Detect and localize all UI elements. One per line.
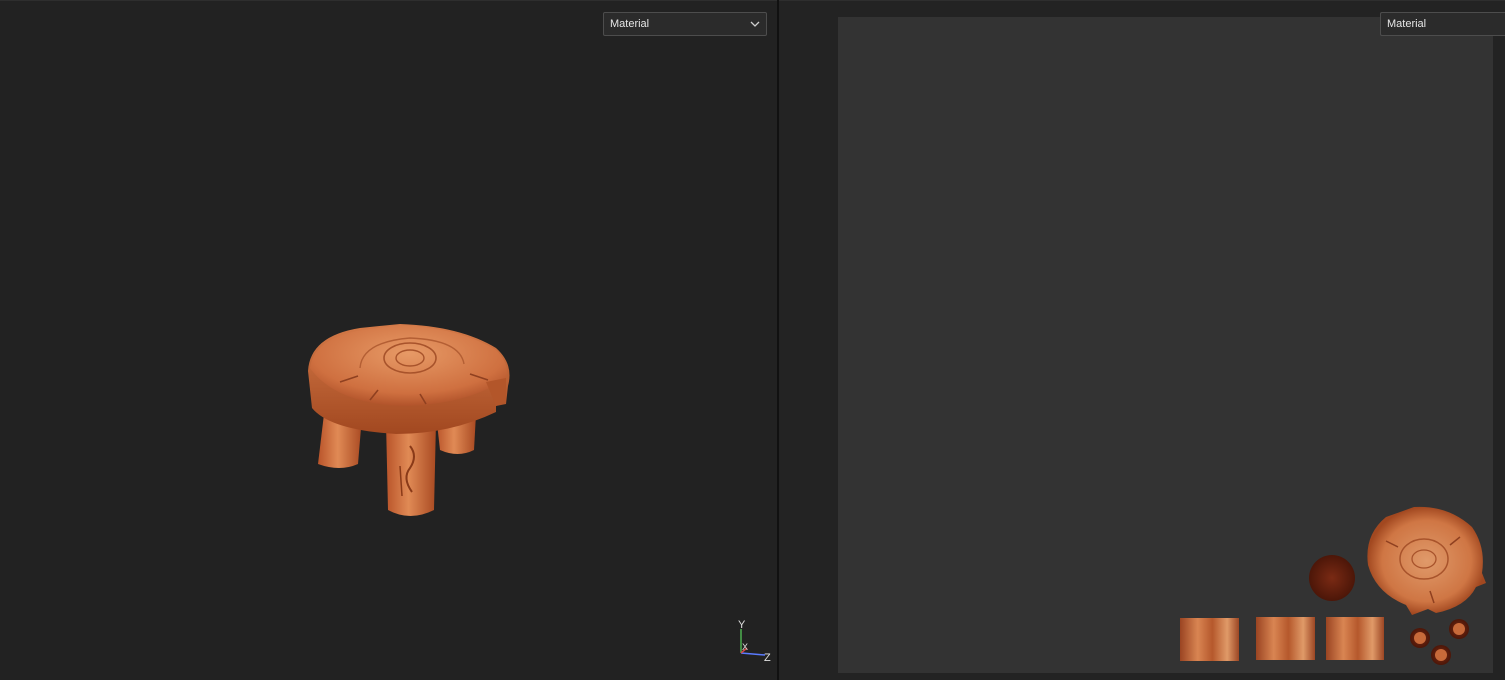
uv-texture-atlas (1180, 506, 1486, 665)
2d-view-mode-dropdown[interactable]: Material (1380, 12, 1505, 36)
wooden-stool-model[interactable] (300, 316, 520, 526)
3d-view-mode-value: Material (610, 18, 650, 30)
axis-gizmo-icon: Y X Z (738, 619, 771, 664)
3d-view-mode-dropdown[interactable]: Material (603, 12, 767, 36)
uv-texture-canvas (838, 17, 1493, 673)
2d-view-mode-value: Material (1387, 18, 1427, 30)
axis-z-label: Z (764, 652, 771, 664)
3d-viewport[interactable]: Material Y X Z (0, 0, 777, 680)
2d-uv-viewport[interactable]: Material (779, 0, 1505, 680)
axis-y-label: Y (738, 619, 746, 631)
axis-x-label: X (742, 642, 748, 652)
chevron-down-icon (750, 21, 760, 27)
